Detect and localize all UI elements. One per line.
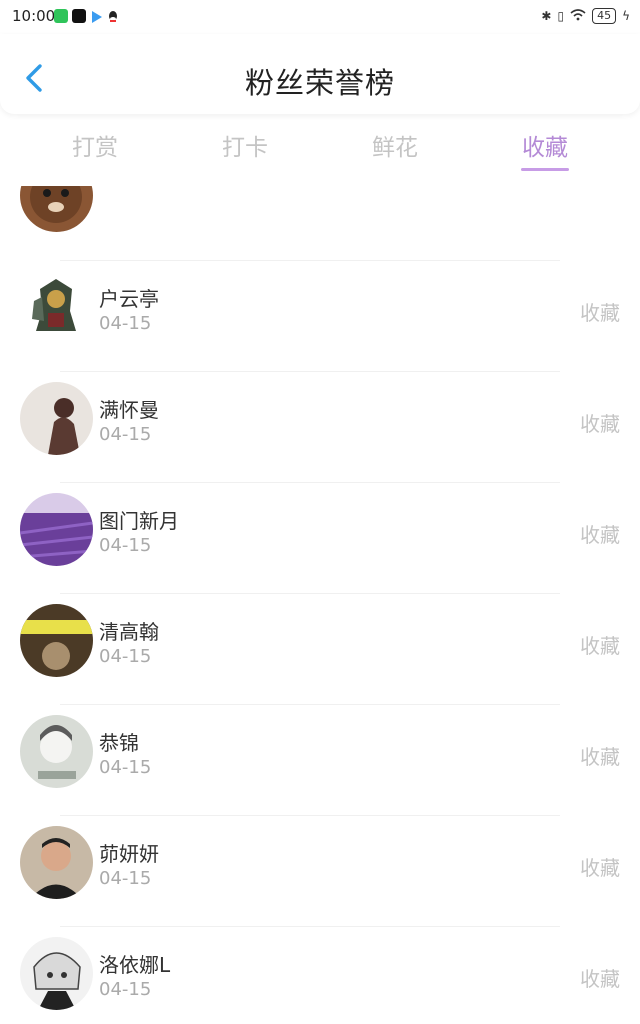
list-item-date: 04-15 <box>99 757 152 778</box>
list-item-date: 04-15 <box>99 979 152 1000</box>
list-item-name: 满怀曼 <box>99 398 159 422</box>
status-bar: 10:00 ✱ ▯ 45 ϟ <box>0 0 640 34</box>
avatar <box>20 382 93 455</box>
wechat-icon <box>54 9 68 23</box>
page-title: 粉丝荣誉榜 <box>244 66 395 100</box>
avatar <box>20 826 93 899</box>
app-header: 粉丝荣誉榜 <box>0 34 640 114</box>
list-item[interactable]: 04-15 收藏 <box>0 186 640 260</box>
list-item-action[interactable]: 收藏 <box>580 852 620 881</box>
tab-bar: 打赏 打卡 鲜花 收藏 <box>0 114 640 174</box>
list-item-date: 04-15 <box>99 646 152 667</box>
vibrate-icon: ▯ <box>557 9 565 23</box>
qq-icon <box>106 9 120 23</box>
play-store-icon <box>90 9 104 23</box>
status-indicators: ✱ ▯ 45 ϟ <box>541 8 630 24</box>
bluetooth-icon: ✱ <box>541 9 552 23</box>
tab-flowers[interactable]: 鲜花 <box>350 128 440 162</box>
list-item-date: 04-15 <box>99 868 152 889</box>
list-item-name: 洛依娜L <box>99 953 171 977</box>
list-item[interactable]: 满怀曼 04-15 收藏 <box>0 371 640 482</box>
list-item-date: 04-15 <box>99 186 151 188</box>
battery-indicator: 45 <box>592 8 617 24</box>
list-item[interactable]: 清高翰 04-15 收藏 <box>0 593 640 704</box>
list-item-action[interactable]: 收藏 <box>580 963 620 992</box>
list-item-date: 04-15 <box>99 313 152 334</box>
list-item-date: 04-15 <box>99 424 152 445</box>
avatar <box>20 604 93 677</box>
charging-icon: ϟ <box>622 9 630 23</box>
list-item[interactable]: 洛依娜L 04-15 收藏 <box>0 926 640 1024</box>
avatar <box>20 271 93 344</box>
list-item-action[interactable]: 收藏 <box>580 741 620 770</box>
list-item-name: 清高翰 <box>99 620 159 644</box>
list-item-name: 茆妍妍 <box>99 842 159 866</box>
tiktok-icon <box>72 9 86 23</box>
avatar <box>20 186 93 232</box>
tab-reward[interactable]: 打赏 <box>50 128 140 162</box>
status-time: 10:00 <box>12 7 56 25</box>
tab-favorites-label: 收藏 <box>522 135 568 161</box>
fan-list[interactable]: 04-15 收藏 户云亭 04-15 收藏 满怀曼 04-15 收藏 图门新月 … <box>0 186 640 1024</box>
avatar <box>20 937 93 1010</box>
list-item-name: 图门新月 <box>99 509 179 533</box>
tab-favorites[interactable]: 收藏 <box>500 128 590 171</box>
list-item-action[interactable]: 收藏 <box>580 297 620 326</box>
avatar <box>20 715 93 788</box>
active-tab-indicator <box>521 168 569 171</box>
list-item[interactable]: 户云亭 04-15 收藏 <box>0 260 640 371</box>
tab-checkin[interactable]: 打卡 <box>200 128 290 162</box>
list-item[interactable]: 茆妍妍 04-15 收藏 <box>0 815 640 926</box>
list-item-name: 户云亭 <box>99 287 159 311</box>
avatar <box>20 493 93 566</box>
list-item[interactable]: 图门新月 04-15 收藏 <box>0 482 640 593</box>
list-item[interactable]: 恭锦 04-15 收藏 <box>0 704 640 815</box>
list-item-action[interactable]: 收藏 <box>580 186 620 190</box>
list-item-date: 04-15 <box>99 535 152 556</box>
list-item-action[interactable]: 收藏 <box>580 408 620 437</box>
wifi-icon <box>570 8 586 24</box>
list-item-action[interactable]: 收藏 <box>580 519 620 548</box>
list-item-name: 恭锦 <box>99 731 139 755</box>
list-item-action[interactable]: 收藏 <box>580 630 620 659</box>
